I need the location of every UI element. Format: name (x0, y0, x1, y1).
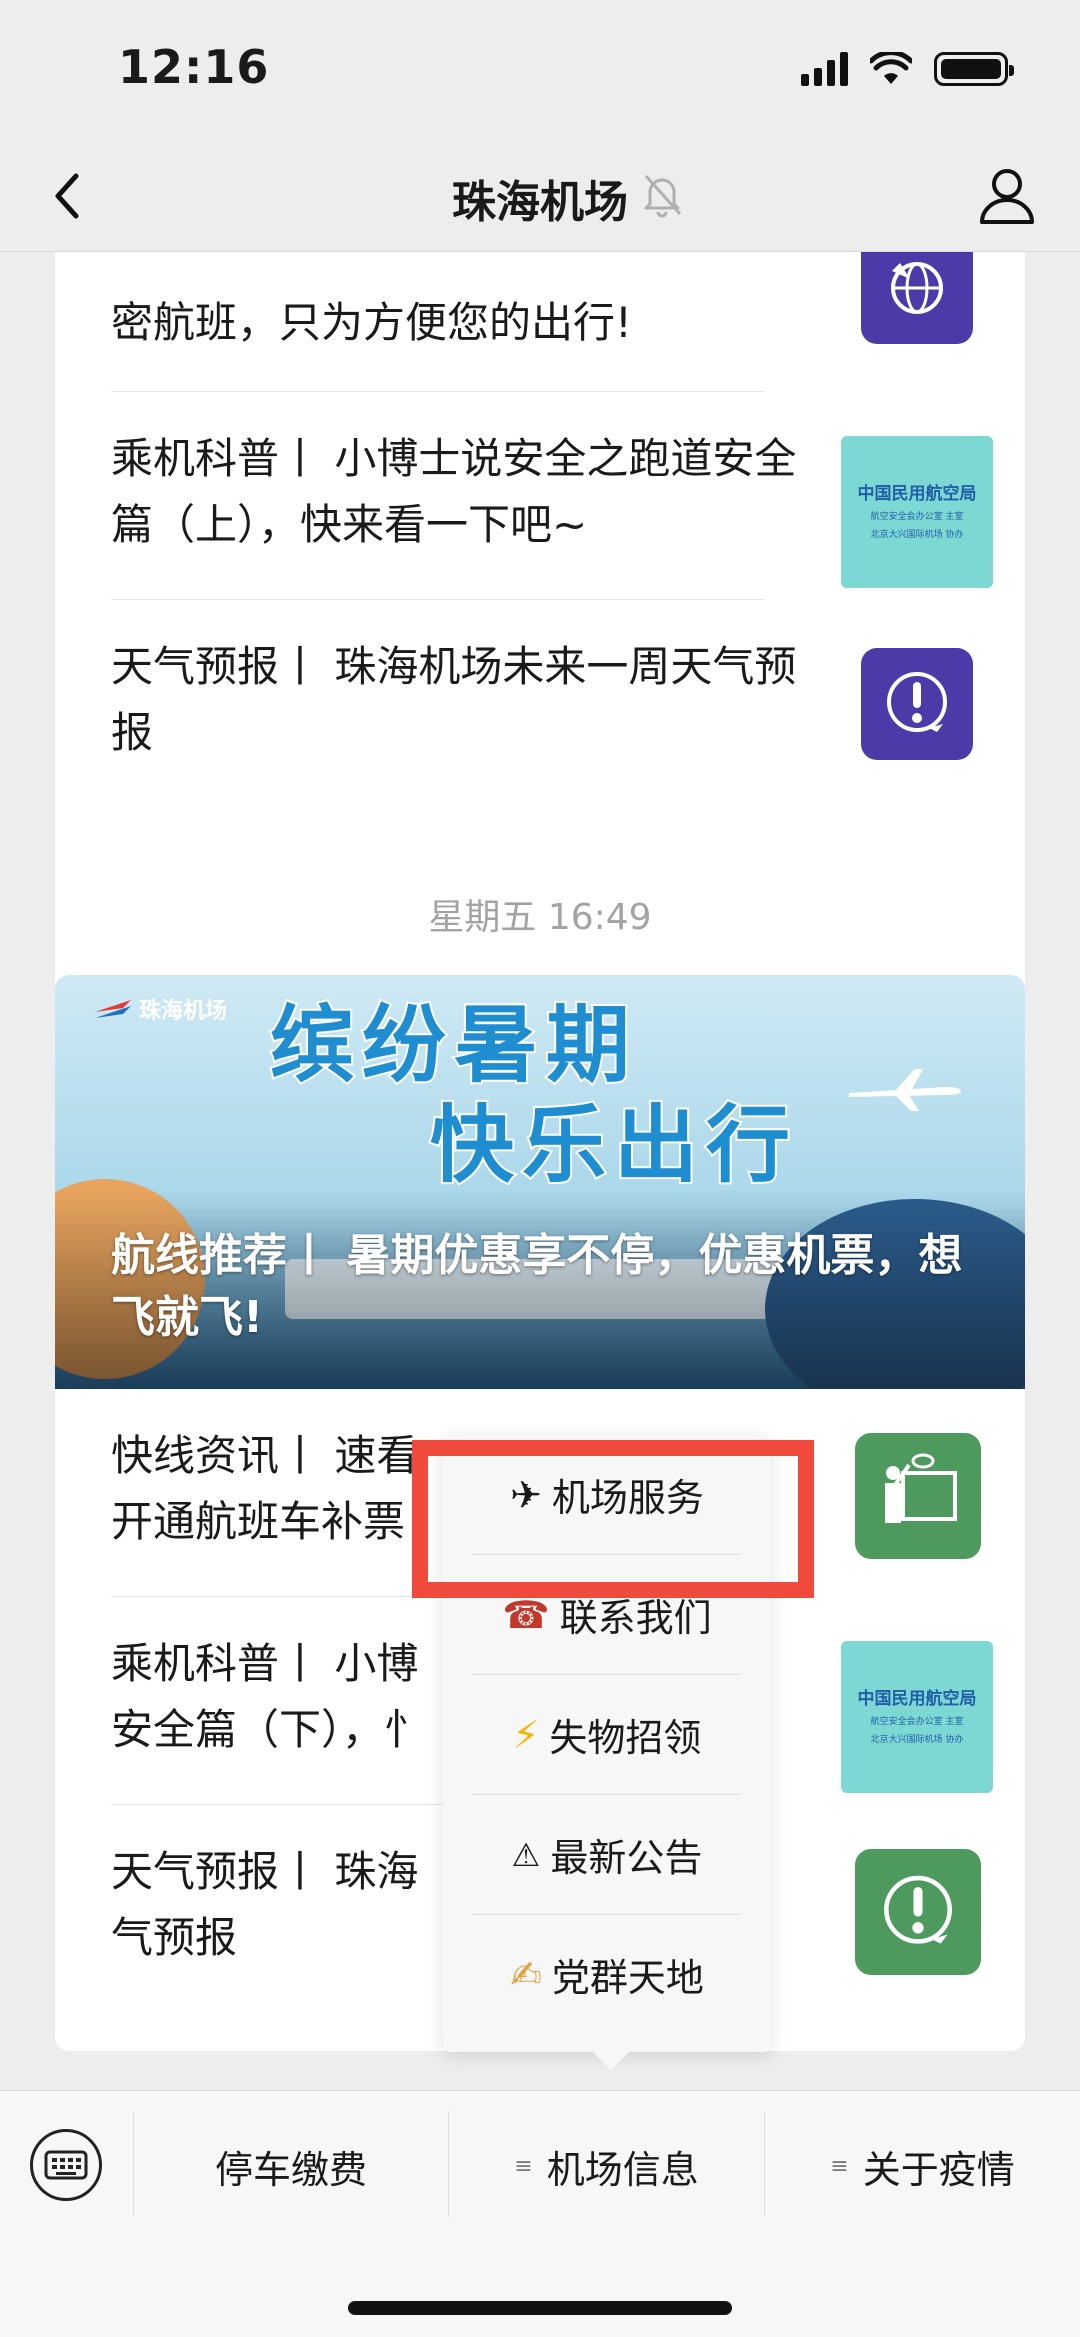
banner-art-line: 快乐出行 (428, 1094, 799, 1196)
lightning-icon: ⚡ (512, 1712, 540, 1757)
tab-label: 停车缴费 (214, 2147, 367, 2192)
tab-parking-payment[interactable]: 停车缴费 (134, 2121, 448, 2211)
menu-item-label: 联系我们 (559, 1596, 712, 1640)
page-title: 珠海机场 (452, 177, 628, 228)
warning-icon: ⚠ (511, 1835, 541, 1874)
article-thumbnail: 中国民用航空局 航空安全会办公室 主室 北京大兴国际机场 协办 (841, 436, 993, 588)
battery-icon (934, 52, 1014, 86)
menu-item-label: 机场服务 (551, 1476, 704, 1520)
article-item[interactable]: 乘机科普丨 小博士说安全之跑道安全篇（上），快来看一下吧~ 中国民用航空局 航空… (55, 392, 1025, 600)
globe-plane-icon (891, 262, 943, 314)
airport-info-menu: ✈ 机场服务 ☎ 联系我们 ⚡ 失物招领 ⚠ 最新公告 ✍ 党群天地 (443, 1435, 771, 2070)
article-card: 密航班，只为方便您的出行! 乘机科普丨 小博士说安全之跑道安全篇（上），快来看一… (55, 252, 1025, 1068)
battery-level (941, 59, 1001, 79)
teacher-board-icon (885, 1453, 957, 1523)
warning-weather-icon (884, 1875, 952, 1944)
warning-weather-icon (887, 672, 947, 732)
menu-item-party-group[interactable]: ✍ 党群天地 (473, 1915, 741, 2034)
caac-subtitle: 北京大兴国际机场 协办 (870, 1735, 964, 1745)
keyboard-toggle-icon[interactable] (30, 2129, 102, 2201)
wifi-icon (870, 52, 912, 84)
article-item[interactable]: 密航班，只为方便您的出行! (55, 252, 1025, 392)
caac-subtitle: 北京大兴国际机场 协办 (870, 530, 964, 540)
status-icons (801, 52, 1014, 86)
airport-logo-text: 珠海机场 (139, 999, 228, 1024)
timestamp-label: 星期五 16:49 (428, 897, 652, 938)
banner-art-title: 缤纷暑期 快乐出行 (268, 994, 799, 1196)
caac-subtitle: 航空安全会办公室 主室 (870, 1717, 964, 1727)
caac-subtitle: 航空安全会办公室 主室 (870, 512, 964, 522)
status-time: 12:16 (118, 40, 270, 94)
article-title-clipped (111, 252, 821, 290)
keyboard-icon (44, 2150, 88, 2180)
article-thumbnail (855, 1433, 981, 1559)
banner-caption: 航线推荐丨 暑期优惠享不停，优惠机票，想飞就飞! (111, 1230, 963, 1343)
banner-art-line: 缤纷暑期 (268, 994, 639, 1096)
airplane-icon (849, 1069, 961, 1111)
banner-article[interactable]: 珠海机场 缤纷暑期 快乐出行 航线推荐丨 暑期优惠享不停，优惠机票，想飞就飞! (55, 975, 1025, 1389)
article-thumbnail (861, 252, 973, 344)
article-thumbnail (861, 648, 973, 760)
bottom-menu-bar: 停车缴费 ≡ 机场信息 ≡ 关于疫情 (0, 2090, 1080, 2337)
menu-item-lost-found[interactable]: ⚡ 失物招领 (473, 1675, 741, 1794)
tab-label: 关于疫情 (862, 2147, 1015, 2192)
article-title: 密航班，只为方便您的出行! (111, 252, 821, 356)
home-indicator[interactable] (348, 2301, 732, 2315)
article-title-text: 密航班，只为方便您的出行! (111, 298, 632, 347)
menu-item-announcements[interactable]: ⚠ 最新公告 (473, 1795, 741, 1914)
article-title: 乘机科普丨 小博士说安全之跑道安全篇（上），快来看一下吧~ (111, 434, 797, 549)
cellular-signal-icon (801, 52, 848, 86)
writing-hand-icon: ✍ (510, 1952, 542, 1997)
tab-label: 机场信息 (546, 2147, 699, 2192)
menu-item-airport-service[interactable]: ✈ 机场服务 (473, 1435, 741, 1554)
submenu-icon: ≡ (514, 2153, 533, 2179)
caac-logo: 中国民用航空局 (857, 484, 977, 504)
menu-item-label: 失物招领 (549, 1716, 702, 1760)
caac-logo: 中国民用航空局 (857, 1689, 977, 1709)
status-bar: 12:16 (0, 0, 1080, 140)
menu-item-label: 最新公告 (550, 1836, 703, 1880)
airport-logo: 珠海机场 (93, 993, 227, 1025)
tab-airport-info[interactable]: ≡ 机场信息 (449, 2121, 764, 2211)
article-thumbnail: 中国民用航空局 航空安全会办公室 主室 北京大兴国际机场 协办 (841, 1641, 993, 1793)
bell-muted-icon (644, 174, 682, 218)
article-title: 天气预报丨 珠海机场未来一周天气预报 (111, 642, 797, 757)
airport-logo-mark (95, 1000, 131, 1018)
submenu-icon: ≡ (830, 2153, 849, 2179)
tab-about-epidemic[interactable]: ≡ 关于疫情 (765, 2121, 1080, 2211)
menu-item-label: 党群天地 (551, 1956, 704, 2000)
article-item[interactable]: 天气预报丨 珠海机场未来一周天气预报 (55, 600, 1025, 808)
profile-icon[interactable] (974, 162, 1040, 228)
airplane-icon: ✈ (510, 1472, 542, 1517)
telephone-icon: ☎ (502, 1592, 550, 1637)
menu-item-contact-us[interactable]: ☎ 联系我们 (473, 1555, 741, 1674)
nav-bar: 珠海机场 (0, 140, 1080, 252)
article-thumbnail (855, 1849, 981, 1975)
